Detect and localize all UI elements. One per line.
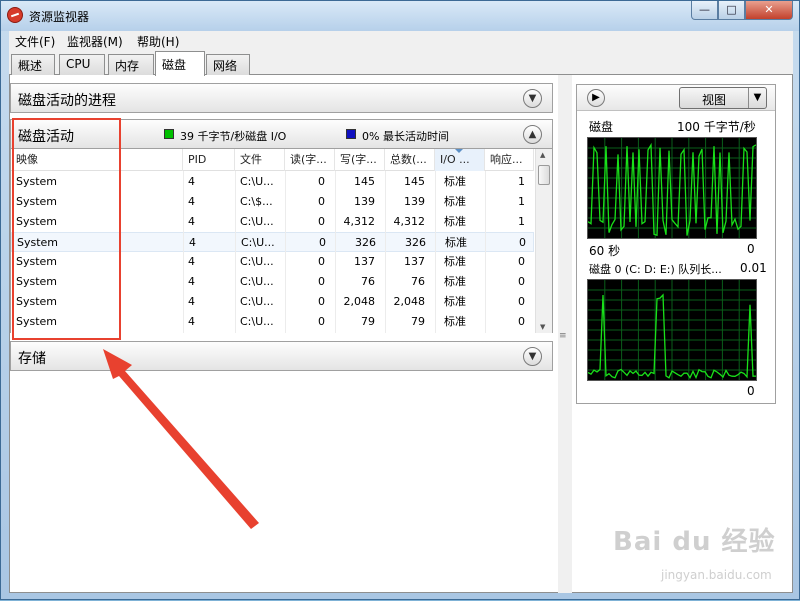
baidu-jingyan-watermark: Bai du 经验: [613, 521, 776, 558]
resource-monitor-window: 资源监视器 — □ ✕ 文件(F) 监视器(M) 帮助(H) 概述 CPU 内存…: [0, 0, 800, 600]
annotation-arrow-shape: [103, 349, 259, 529]
tab-disk[interactable]: 磁盘: [155, 51, 205, 76]
watermark-logo: Bai du 经验: [613, 527, 776, 557]
annotation-arrow: [103, 349, 259, 529]
watermark-url: jingyan.baidu.com: [661, 568, 772, 582]
